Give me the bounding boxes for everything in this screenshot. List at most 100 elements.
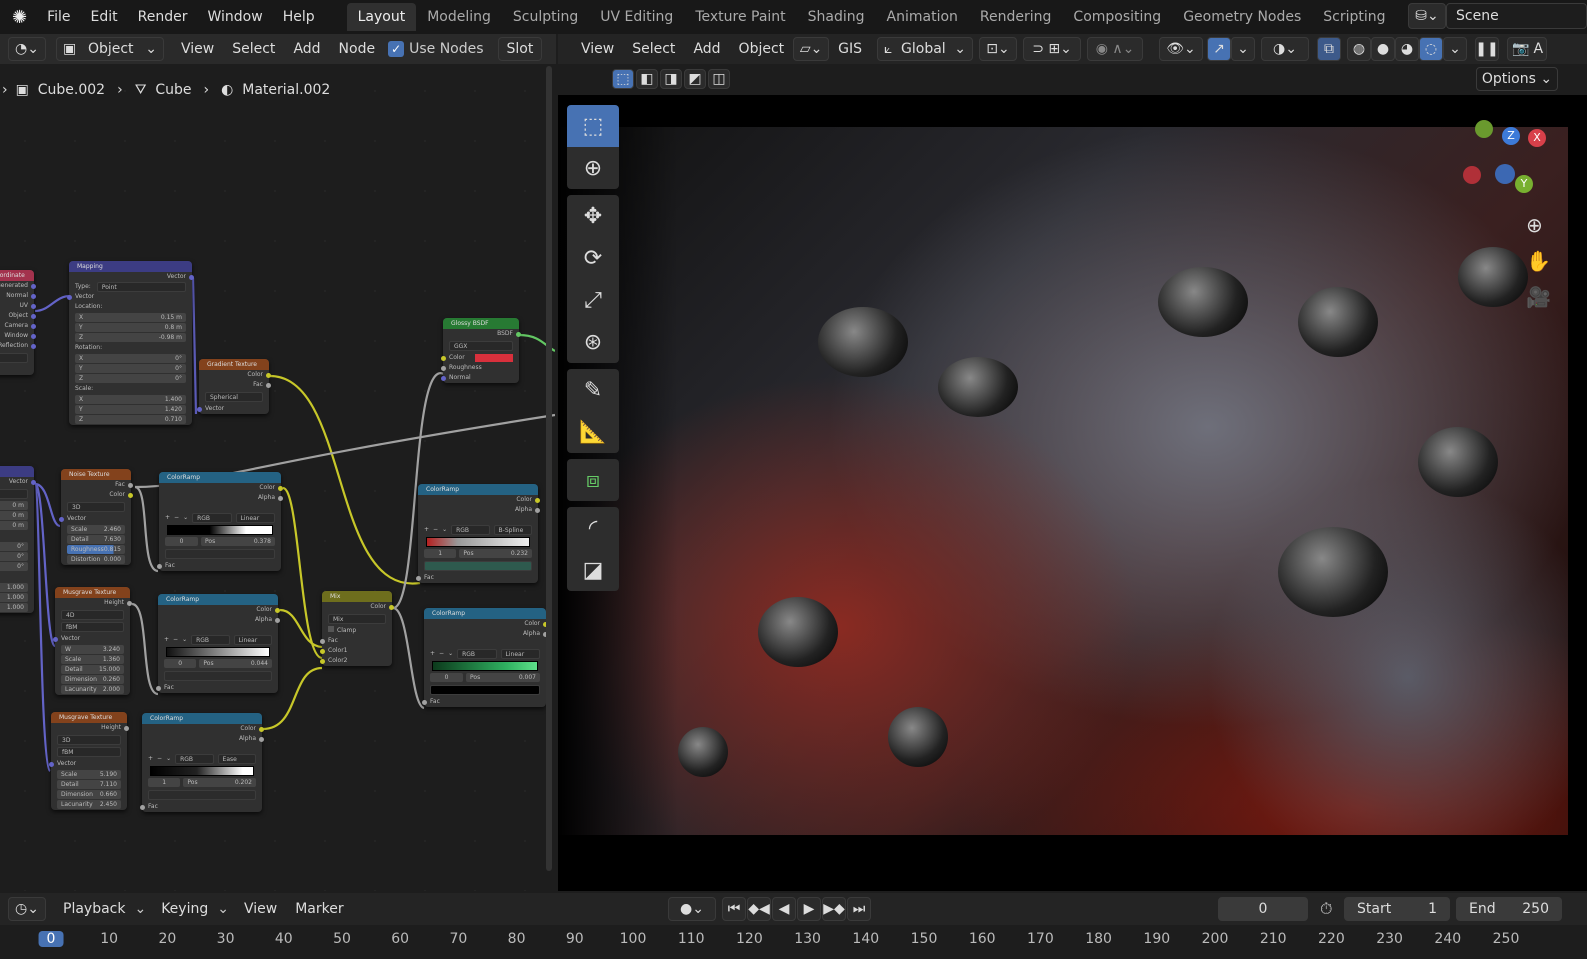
color-mode-dropdown[interactable]: RGB (451, 525, 490, 535)
color-mode-dropdown[interactable]: RGB (192, 513, 232, 523)
measure-icon[interactable]: 📐 (567, 411, 619, 453)
jump-end-icon[interactable]: ⏭ (847, 897, 871, 921)
socket-dot[interactable] (266, 383, 271, 388)
select-new-icon[interactable]: ⬚ (612, 69, 634, 89)
snapping-mode-icon[interactable]: ▱⌄ (793, 37, 830, 61)
number-field[interactable]: W 3.240 (61, 645, 124, 654)
number-field[interactable]: Lacunarity 2.000 (61, 685, 124, 694)
menu-edit[interactable]: Edit (81, 9, 128, 25)
number-field[interactable]: X 1.400 (75, 395, 186, 404)
socket-dot[interactable] (31, 304, 36, 309)
socket-dot[interactable] (535, 508, 540, 513)
chevron-down-icon[interactable]: ⌄ (448, 649, 453, 659)
interpolation-dropdown[interactable]: Linear (500, 649, 540, 659)
number-field[interactable]: Detail 15.000 (61, 665, 124, 674)
socket-dot[interactable] (127, 601, 132, 606)
socket-dot[interactable] (128, 493, 133, 498)
interpolation-dropdown[interactable]: Ease (217, 754, 256, 764)
current-frame-field[interactable]: 0 (1218, 897, 1308, 921)
visibility-icon[interactable]: 👁⌄ (1159, 37, 1204, 61)
number-field[interactable]: 1.000 (0, 583, 28, 592)
select-extend-icon[interactable]: ◧ (636, 69, 658, 89)
tab-scripting[interactable]: Scripting (1312, 3, 1396, 31)
socket-dot[interactable] (320, 649, 325, 654)
shading-material-icon[interactable]: ◕ (1395, 37, 1420, 61)
socket-dot[interactable] (59, 517, 64, 522)
number-field[interactable]: 0° (0, 542, 28, 551)
shading-dropdown[interactable]: ⌄ (1443, 37, 1468, 61)
gizmo-z-axis[interactable]: Z (1502, 127, 1520, 145)
transform-icon[interactable]: ⊛ (567, 321, 619, 363)
tab-sculpting[interactable]: Sculpting (502, 3, 589, 31)
start-frame-field[interactable]: Start 1 (1344, 897, 1450, 921)
timeline-menu-marker[interactable]: Marker (286, 901, 352, 917)
node-texcoord[interactable]: Texture CoordinateGenerated Normal UV Objec… (0, 270, 36, 375)
keyframe-record-icon[interactable]: ●⌄ (668, 897, 716, 921)
snap-icon[interactable]: ⊃ ⊞⌄ (1023, 37, 1082, 61)
socket-dot[interactable] (67, 295, 72, 300)
node-dropdown[interactable] (0, 353, 28, 363)
play-icon[interactable]: ▶ (797, 897, 821, 921)
color-mode-dropdown[interactable]: RGB (191, 635, 230, 645)
pivot-point-icon[interactable]: ⊡⌄ (979, 37, 1018, 61)
slot-dropdown[interactable]: Slot (497, 37, 543, 61)
node-header[interactable]: Noise Texture (61, 469, 131, 480)
socket-dot[interactable] (535, 498, 540, 503)
socket-dot[interactable] (31, 334, 36, 339)
gizmo-neg-x[interactable] (1463, 166, 1481, 184)
overlays-icon[interactable]: ◑⌄ (1261, 37, 1310, 61)
color-mode-dropdown[interactable]: RGB (457, 649, 497, 659)
remove-stop-icon[interactable]: − (174, 513, 179, 523)
node-header[interactable]: ColorRamp (159, 472, 281, 483)
gizmo-neg-y[interactable] (1475, 120, 1493, 138)
remove-stop-icon[interactable]: − (173, 635, 178, 645)
gizmo-toggle-icon[interactable]: ↗ (1207, 37, 1232, 61)
play-reverse-icon[interactable]: ◀ (772, 897, 796, 921)
gizmo-y-axis[interactable]: Y (1515, 175, 1533, 193)
gizmo-dropdown[interactable]: ⌄ (1231, 37, 1256, 61)
socket-dot[interactable] (278, 486, 283, 491)
menu-file[interactable]: File (37, 9, 80, 25)
shading-solid-icon[interactable]: ● (1371, 37, 1396, 61)
number-field[interactable]: Scale 5.190 (57, 770, 121, 779)
use-nodes-checkbox[interactable]: ✓ Use Nodes (388, 41, 484, 57)
proportional-editing-icon[interactable]: ◉ ∧⌄ (1087, 37, 1144, 61)
socket-dot[interactable] (31, 344, 36, 349)
socket-dot[interactable] (259, 737, 264, 742)
tab-geometry-nodes[interactable]: Geometry Nodes (1172, 3, 1312, 31)
stop-color-field[interactable] (430, 685, 540, 695)
tab-compositing[interactable]: Compositing (1062, 3, 1172, 31)
viewport-menu-view[interactable]: View (572, 41, 623, 57)
socket-dot[interactable] (49, 762, 54, 767)
pan-view-icon[interactable]: ✋ (1526, 249, 1551, 273)
select-box-icon[interactable]: ⬚ (567, 105, 619, 147)
end-frame-field[interactable]: End 250 (1456, 897, 1562, 921)
node-dropdown[interactable]: GGX (449, 341, 513, 351)
node-glossy[interactable]: Glossy BSDF BSDF GGX Color Roughness Normal (441, 318, 521, 383)
number-field[interactable]: Distortion 0.000 (67, 555, 125, 564)
socket-dot[interactable] (189, 275, 194, 280)
remove-stop-icon[interactable]: − (439, 649, 444, 659)
number-field[interactable]: Detail 7.110 (57, 780, 121, 789)
socket-dot[interactable] (157, 564, 162, 569)
node-header[interactable]: ColorRamp (142, 713, 262, 724)
node-mapping[interactable]: Mapping Vector Type: Point Vector Location: X 0… (67, 261, 194, 425)
menu-render[interactable]: Render (128, 9, 198, 25)
socket-dot[interactable] (31, 284, 36, 289)
number-field[interactable]: Y 1.420 (75, 405, 186, 414)
camera-view-icon[interactable]: 🎥 (1526, 285, 1551, 309)
tab-uv-editing[interactable]: UV Editing (589, 3, 684, 31)
scene-selector-icon[interactable]: ⛁⌄ (1408, 3, 1446, 29)
socket-dot[interactable] (441, 366, 446, 371)
number-field[interactable]: Detail 7.630 (67, 535, 125, 544)
remove-stop-icon[interactable]: − (433, 525, 438, 535)
stopwatch-icon[interactable]: ⏱ (1320, 899, 1332, 919)
socket-dot[interactable] (128, 483, 133, 488)
number-field[interactable]: Lacunarity 2.450 (57, 800, 121, 809)
node-header[interactable]: Mix (322, 591, 392, 602)
socket-dot[interactable] (197, 407, 202, 412)
node-ramp1[interactable]: ColorRamp Color Alpha + − ⌄ RGB Linear 0 Pos 0.378… (157, 472, 283, 571)
stop-color-field[interactable] (165, 549, 275, 559)
socket-dot[interactable] (140, 805, 145, 810)
node-header[interactable]: Mapping (69, 261, 192, 272)
